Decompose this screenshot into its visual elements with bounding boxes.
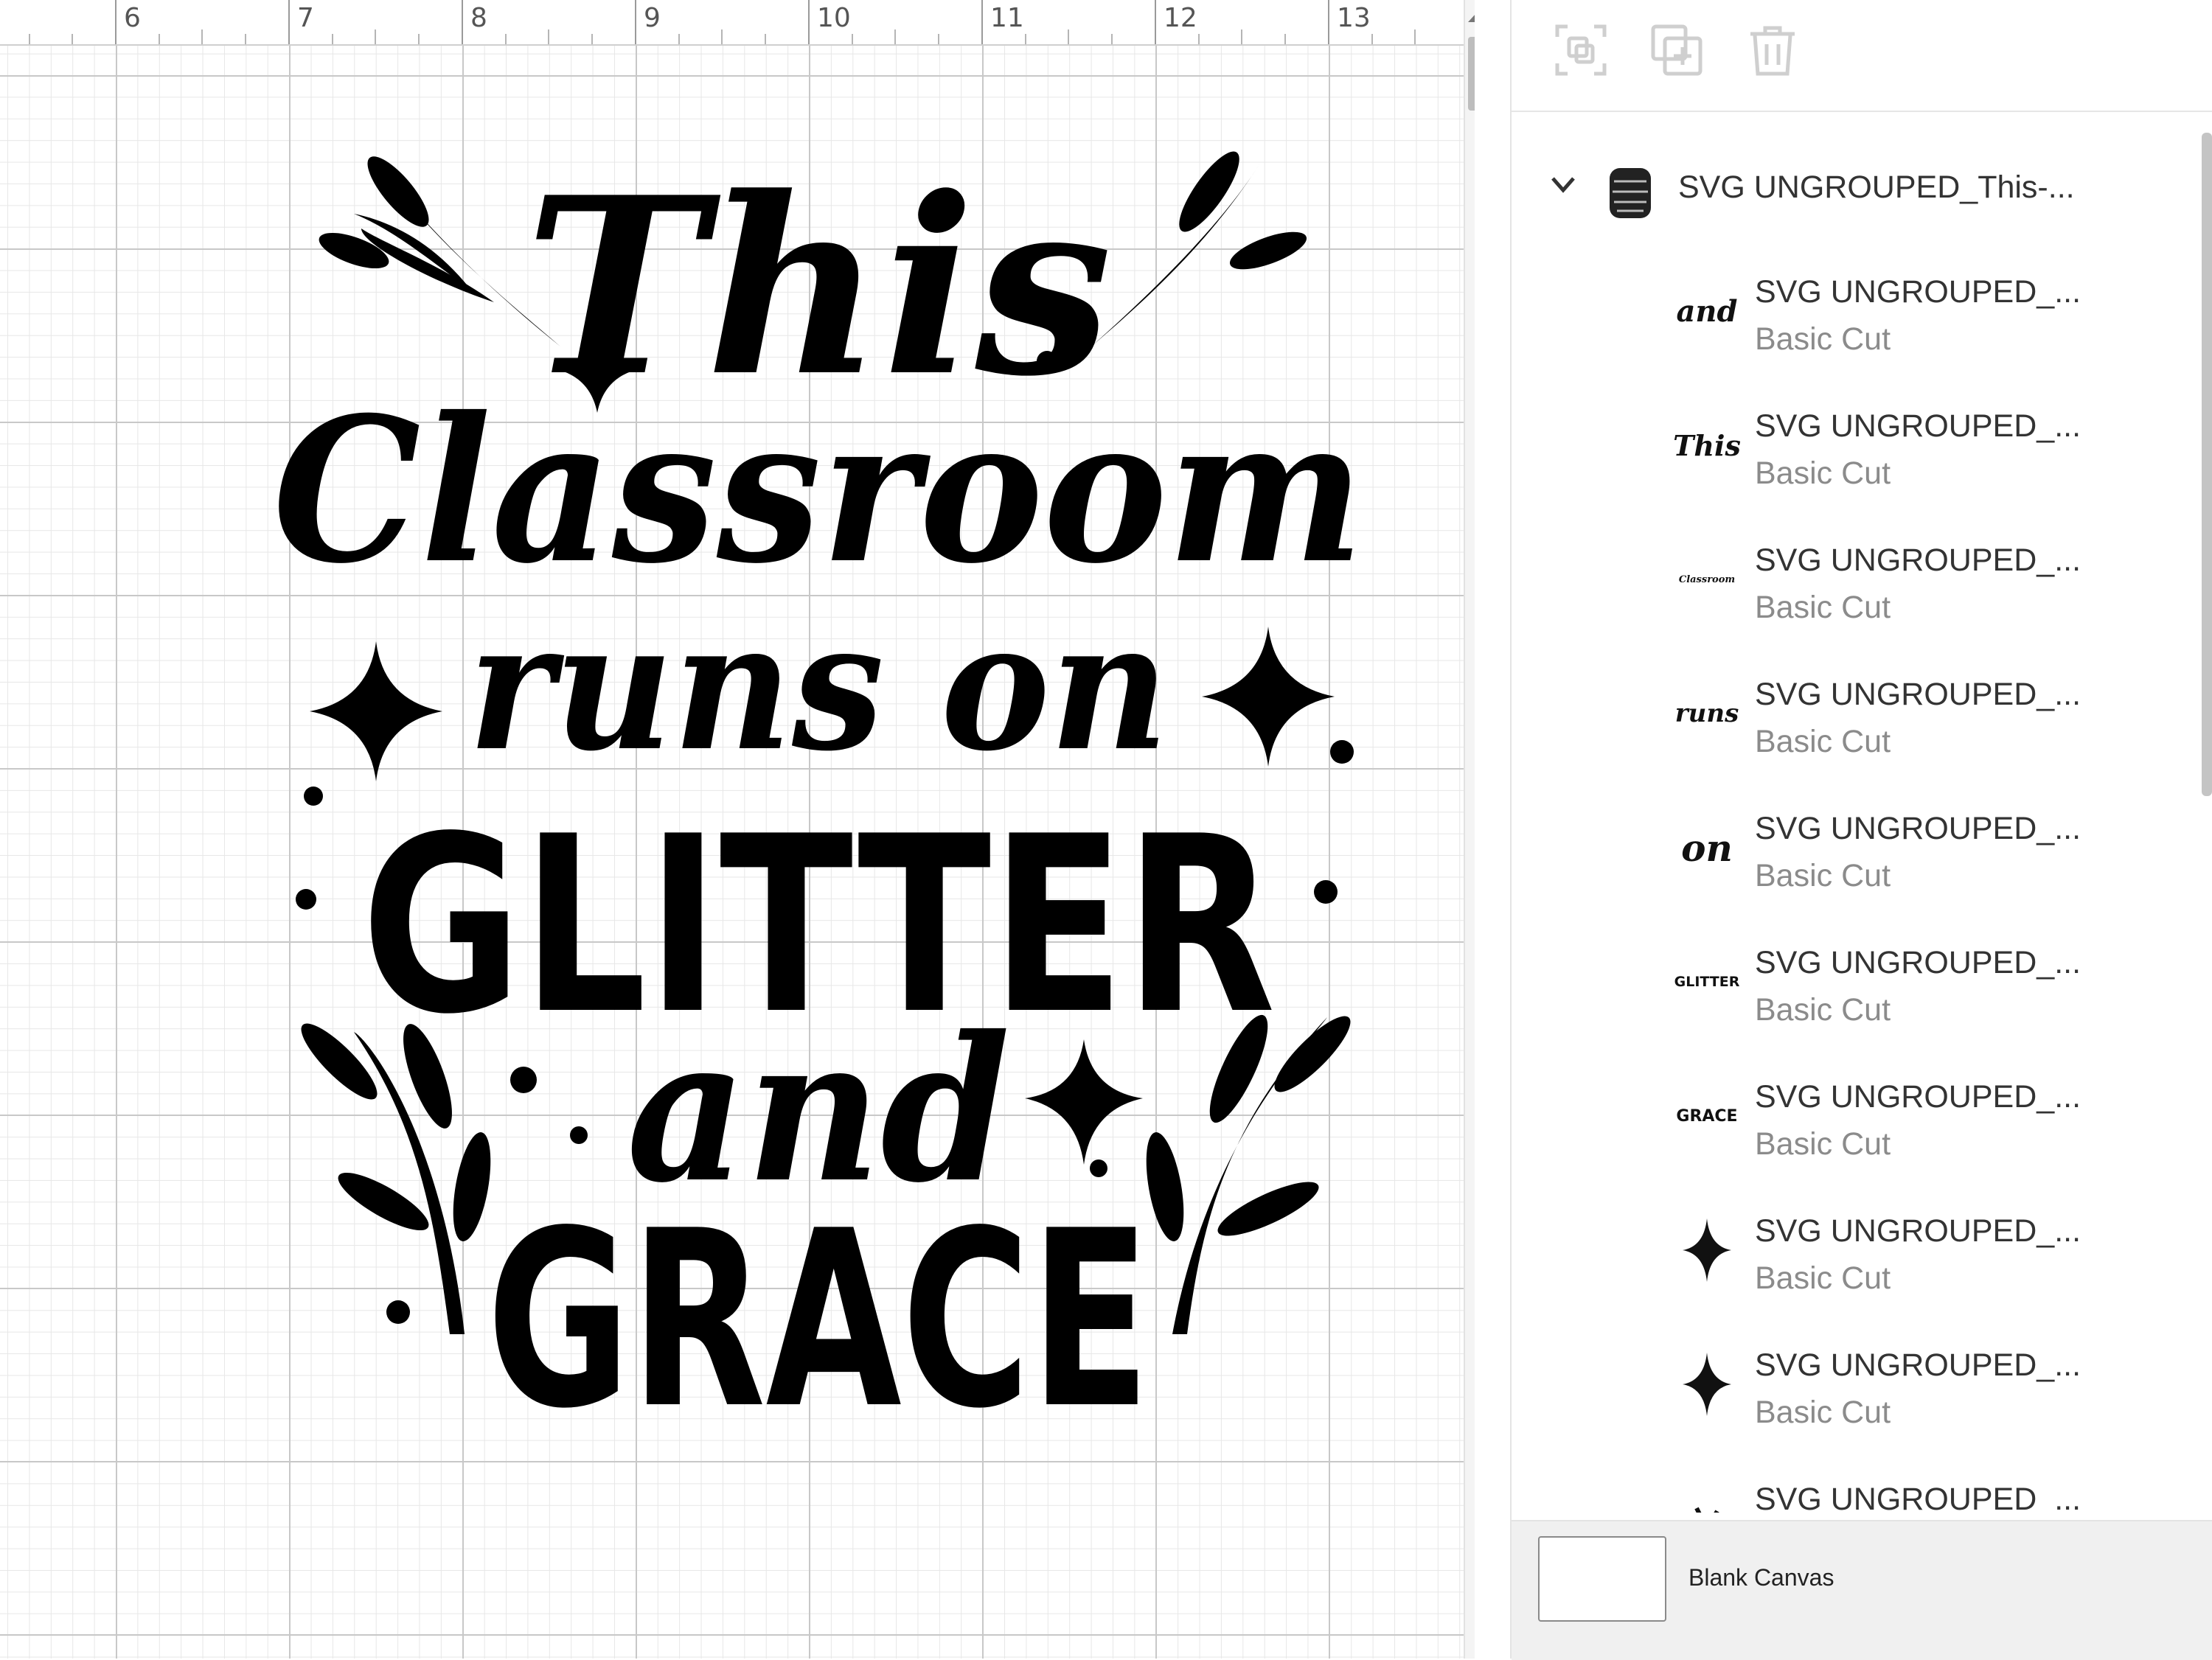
layer-thumbnail: and xyxy=(1674,274,1740,348)
layer-name: SVG UNGROUPED_... xyxy=(1755,274,2081,310)
layer-row[interactable]: Classroom SVG UNGROUPED_... Basic Cut xyxy=(1512,520,2175,655)
layer-thumbnail: GLITTER xyxy=(1674,945,1740,1019)
layer-thumb-text: This xyxy=(1673,428,1741,462)
layer-thumbnail: runs xyxy=(1674,677,1740,750)
canvas-vertical-scrollbar[interactable] xyxy=(1464,0,1475,1659)
layer-row[interactable]: and SVG UNGROUPED_... Basic Cut xyxy=(1512,252,2175,386)
layer-operation: Basic Cut xyxy=(1755,724,1891,759)
layer-name: SVG UNGROUPED_... xyxy=(1755,811,2081,846)
layer-thumb-text: GRACE xyxy=(1676,1106,1738,1126)
layer-name: SVG UNGROUPED_... xyxy=(1755,543,2081,578)
branch-icon xyxy=(1694,1507,1719,1513)
layer-thumbnail: GRACE xyxy=(1674,1079,1740,1153)
classroom-design[interactable]: This Classroom runs on GLITTER and GRACE xyxy=(251,81,1386,1430)
blank-canvas-label: Blank Canvas xyxy=(1688,1564,1834,1591)
layer-operation: Basic Cut xyxy=(1755,858,1891,893)
layer-row[interactable]: runs SVG UNGROUPED_... Basic Cut xyxy=(1512,655,2175,789)
layer-thumbnail: on xyxy=(1674,811,1740,885)
layer-thumbnail xyxy=(1674,1482,1740,1513)
layer-name: SVG UNGROUPED_... xyxy=(1755,1347,2081,1383)
layer-name: SVG UNGROUPED_... xyxy=(1755,677,2081,712)
layer-thumb-text: Classroom xyxy=(1678,573,1736,585)
delete-icon[interactable] xyxy=(1745,22,1801,78)
layers-toolbar xyxy=(1512,0,2212,112)
scrollbar-thumb[interactable] xyxy=(1468,37,1475,111)
layer-row[interactable]: GLITTER SVG UNGROUPED_... Basic Cut xyxy=(1512,923,2175,1057)
layer-operation: Basic Cut xyxy=(1755,1260,1891,1296)
layer-row[interactable]: SVG UNGROUPED_... Basic Cut xyxy=(1512,1325,2175,1460)
top-left-sprig xyxy=(319,156,560,346)
layer-thumb-text: on xyxy=(1681,826,1733,870)
layer-thumb-text: and xyxy=(1676,293,1738,329)
sparkle-icon xyxy=(1683,1353,1731,1416)
layers-list: SVG UNGROUPED_This-... and SVG UNGROUPED… xyxy=(1512,112,2212,1513)
layer-row[interactable]: on SVG UNGROUPED_... Basic Cut xyxy=(1512,789,2175,923)
layer-operation: Basic Cut xyxy=(1755,590,1891,625)
layer-row[interactable]: GRACE SVG UNGROUPED_... Basic Cut xyxy=(1512,1057,2175,1191)
design-word-grace: GRACE xyxy=(487,1179,1150,1430)
layer-row[interactable]: SVG UNGROUPED_... Basic Cut xyxy=(1512,1191,2175,1325)
blank-canvas-swatch[interactable] xyxy=(1538,1536,1666,1622)
layers-scrollbar[interactable] xyxy=(2197,118,2212,1504)
layer-operation: Basic Cut xyxy=(1755,1395,1891,1430)
group-name: SVG UNGROUPED_This-... xyxy=(1678,170,2075,205)
top-right-sprig xyxy=(1091,151,1307,346)
layer-thumb-text: GLITTER xyxy=(1674,974,1740,990)
duplicate-icon[interactable] xyxy=(1649,22,1705,78)
layers-panel: SVG UNGROUPED_This-... and SVG UNGROUPED… xyxy=(1510,0,2212,1660)
scrollbar-thumb[interactable] xyxy=(2202,133,2212,796)
layer-row[interactable]: This SVG UNGROUPED_... Basic Cut xyxy=(1512,386,2175,520)
layer-name: SVG UNGROUPED_... xyxy=(1755,408,2081,444)
sparkle-icon xyxy=(1683,1218,1731,1282)
layer-name: SVG UNGROUPED_... xyxy=(1755,1079,2081,1115)
layer-thumbnail: Classroom xyxy=(1674,543,1740,616)
blank-canvas-row[interactable]: Blank Canvas xyxy=(1512,1520,2212,1660)
horizontal-ruler: 6 7 8 9 10 11 12 13 xyxy=(0,0,1475,46)
layer-operation: Basic Cut xyxy=(1755,456,1891,491)
group-icon[interactable] xyxy=(1553,22,1609,78)
scroll-up-icon[interactable] xyxy=(1468,13,1475,22)
layer-thumbnail xyxy=(1674,1213,1740,1287)
design-canvas[interactable]: 6 7 8 9 10 11 12 13 This Classroom runs … xyxy=(0,0,1475,1659)
layer-row[interactable]: SVG UNGROUPED_... xyxy=(1512,1460,2175,1513)
design-word-classroom: Classroom xyxy=(273,373,1364,607)
design-word-runs-on: runs on xyxy=(468,582,1169,790)
layer-name: SVG UNGROUPED_... xyxy=(1755,1482,2081,1513)
layer-thumbnail: This xyxy=(1673,408,1741,482)
layer-group-row[interactable]: SVG UNGROUPED_This-... xyxy=(1512,147,2175,229)
layer-thumbnail xyxy=(1674,1347,1740,1421)
layer-operation: Basic Cut xyxy=(1755,321,1891,357)
layer-operation: Basic Cut xyxy=(1755,1126,1891,1162)
layer-operation: Basic Cut xyxy=(1755,992,1891,1028)
layer-thumb-text: runs xyxy=(1674,699,1739,728)
layer-name: SVG UNGROUPED_... xyxy=(1755,945,2081,980)
layer-name: SVG UNGROUPED_... xyxy=(1755,1213,2081,1249)
chevron-down-icon[interactable] xyxy=(1548,170,1578,199)
ruler-ticks xyxy=(29,0,1416,44)
group-thumbnail xyxy=(1610,168,1651,218)
